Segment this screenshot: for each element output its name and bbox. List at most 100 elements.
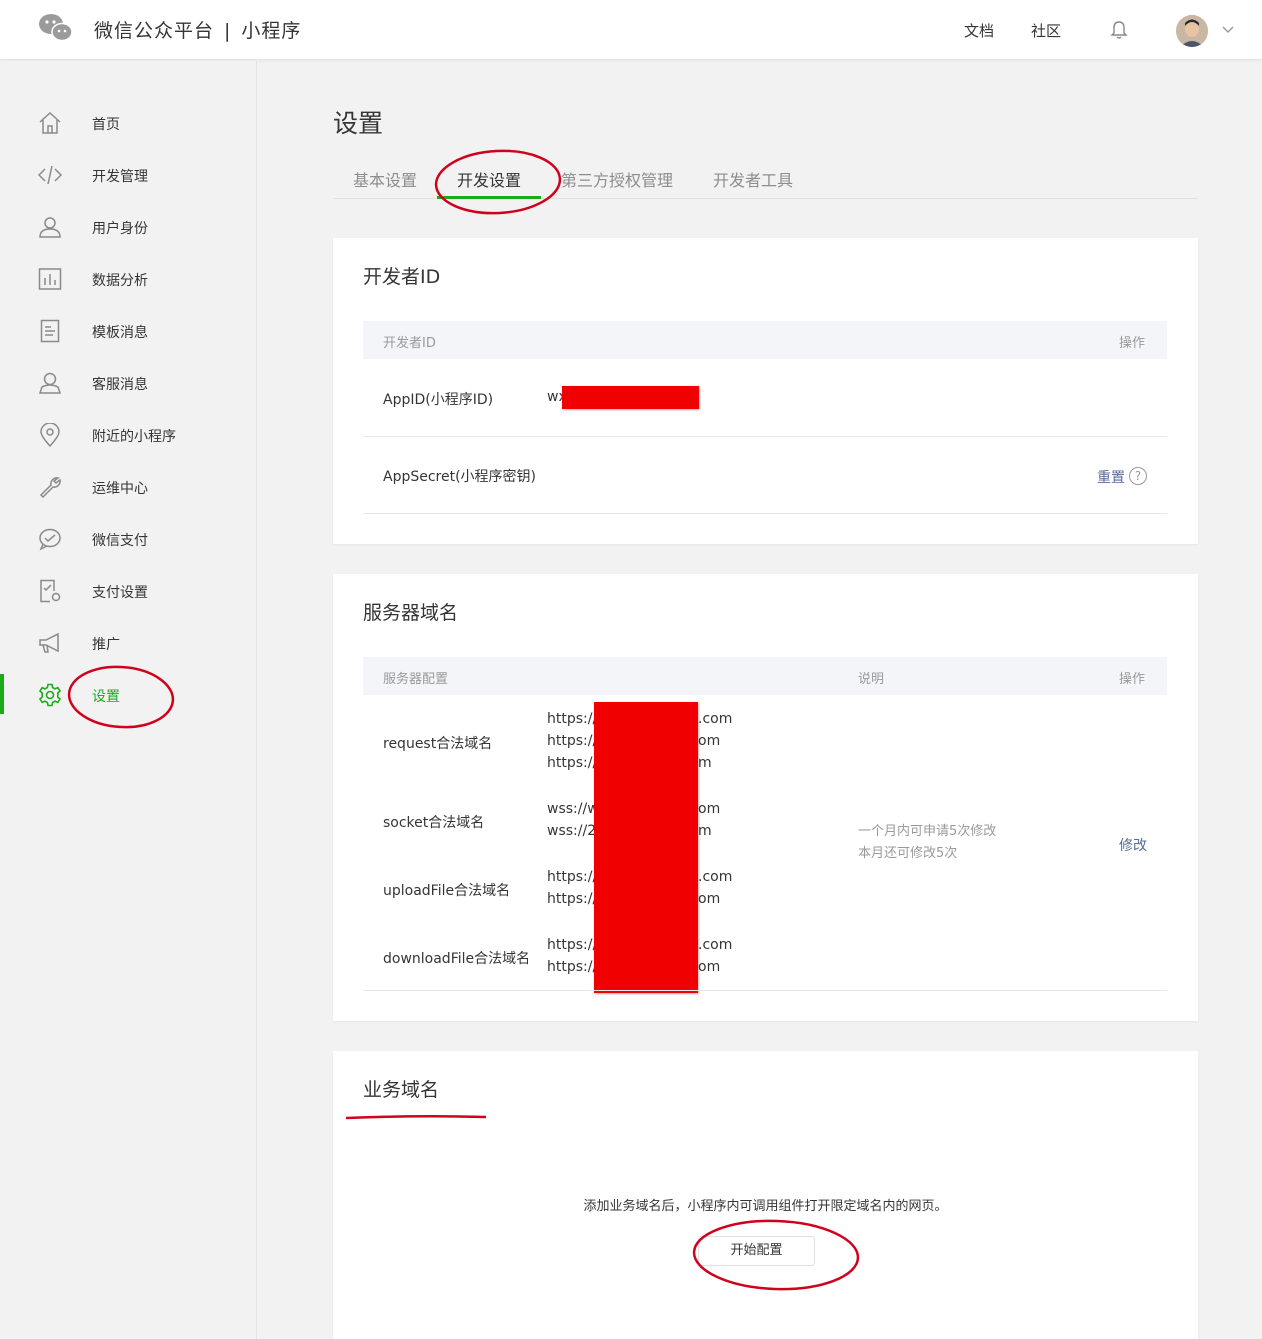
sidebar-item-label: 用户身份 [92,221,148,237]
upload-url-suffix: .com [698,869,733,885]
sidebar-item-label: 推广 [92,637,120,653]
server-domain-title: 服务器域名 [363,602,459,624]
sidebar-item-label: 支付设置 [92,585,148,601]
bell-icon[interactable] [1110,20,1128,40]
brand-name: 微信公众平台 [94,20,215,42]
business-domain-tip: 添加业务域名后，小程序内可调用组件打开限定域名内的网页。 [583,1199,948,1214]
download-domain-label: downloadFile合法域名 [383,951,531,967]
socket-url-suffix: m [698,823,712,839]
start-config-button[interactable]: 开始配置 [698,1236,815,1266]
redaction-block [562,386,699,409]
sidebar-item-dev-management[interactable]: 开发管理 [0,154,256,194]
sidebar-item-template-message[interactable]: 模板消息 [0,310,256,350]
sidebar: 首页 开发管理 用户身份 数据分析 模板消息 客服消息 附近的小程序 运维中心 … [0,61,257,1339]
download-url-suffix: .com [698,937,733,953]
chevron-down-icon[interactable] [1222,24,1234,34]
upload-url: https:// [547,891,598,907]
developer-id-title: 开发者ID [363,266,441,288]
download-url-suffix: om [698,959,721,975]
tab-basic-settings[interactable]: 基本设置 [353,167,417,191]
socket-domain-label: socket合法域名 [383,815,485,831]
developer-id-table-header: 开发者ID 操作 [363,321,1167,359]
request-url-suffix: om [698,733,721,749]
community-link[interactable]: 社区 [1031,20,1061,41]
help-icon[interactable]: ? [1129,467,1147,485]
sidebar-item-label: 设置 [92,689,120,705]
sidebar-item-home[interactable]: 首页 [0,102,256,142]
sidebar-item-nearby-miniprogram[interactable]: 附近的小程序 [0,414,256,454]
request-url: https:// [547,755,598,771]
sidebar-item-wechat-pay[interactable]: 微信支付 [0,518,256,558]
appsecret-label: AppSecret(小程序密钥) [383,469,537,485]
document-icon [40,319,60,343]
redaction-block [594,702,698,993]
avatar[interactable] [1176,15,1208,47]
brand-separator: | [224,20,232,42]
column-header-operation: 操作 [1119,336,1146,351]
sidebar-item-label: 微信支付 [92,533,148,549]
modify-remaining-line: 本月还可修改5次 [858,846,958,861]
sidebar-item-payment-settings[interactable]: 支付设置 [0,570,256,610]
payment-settings-icon [40,579,61,603]
download-url: https:// [547,937,598,953]
appid-label: AppID(小程序ID) [383,392,494,408]
column-header-operation: 操作 [1119,672,1146,687]
tab-third-party-auth[interactable]: 第三方授权管理 [561,167,673,191]
sidebar-item-label: 首页 [92,117,120,133]
upload-url: https:// [547,869,598,885]
request-url: https:// [547,711,598,727]
sidebar-item-user-identity[interactable]: 用户身份 [0,206,256,246]
user-icon [39,217,61,238]
sidebar-item-label: 附近的小程序 [92,429,176,445]
customer-service-icon [38,372,62,394]
wrench-icon [39,477,61,499]
docs-link[interactable]: 文档 [964,20,994,41]
row-divider [363,513,1167,514]
socket-url: wss://2 [547,823,597,839]
sidebar-item-data-analysis[interactable]: 数据分析 [0,258,256,298]
request-url: https:// [547,733,598,749]
request-domain-label: request合法域名 [383,736,493,752]
reset-secret-link[interactable]: 重置 [1097,467,1125,487]
tab-developer-tools[interactable]: 开发者工具 [713,167,793,191]
upload-domain-label: uploadFile合法域名 [383,883,511,899]
sidebar-item-label: 数据分析 [92,273,148,289]
column-header-description: 说明 [858,672,885,687]
settings-tabs: 基本设置 开发设置 第三方授权管理 开发者工具 [333,156,1198,199]
wechat-logo-icon[interactable] [38,13,74,43]
wechat-pay-icon [39,528,61,551]
download-url: https:// [547,959,598,975]
chart-icon [38,268,62,290]
request-url-suffix: .com [698,711,733,727]
row-divider [363,436,1167,437]
row-divider [363,990,1167,991]
active-tab-underline [437,196,541,199]
product-name: 小程序 [241,20,302,42]
upload-url-suffix: om [698,891,721,907]
server-domain-card: 服务器域名 服务器配置 说明 操作 request合法域名 https:// h… [333,574,1198,1021]
socket-url-suffix: om [698,801,721,817]
modify-limit-line: 一个月内可申请5次修改 [858,824,997,839]
sidebar-item-label: 客服消息 [92,377,148,393]
sidebar-item-label: 模板消息 [92,325,148,341]
server-domain-table-header: 服务器配置 说明 操作 [363,657,1167,695]
sidebar-item-label: 运维中心 [92,481,148,497]
gear-icon [38,683,62,707]
code-icon [38,165,62,185]
location-pin-icon [40,423,60,447]
sidebar-item-settings[interactable]: 设置 [0,674,256,714]
business-domain-title: 业务域名 [363,1079,440,1101]
sidebar-item-ops-center[interactable]: 运维中心 [0,466,256,506]
modify-limit-text: 一个月内可申请5次修改 本月还可修改5次 [858,821,996,865]
column-header-developer-id: 开发者ID [383,336,436,351]
page-title: 设置 [333,109,384,138]
business-domain-card: 业务域名 添加业务域名后，小程序内可调用组件打开限定域名内的网页。 开始配置 [333,1051,1198,1339]
home-icon [39,111,61,134]
brand-title[interactable]: 微信公众平台 | 小程序 [94,16,301,43]
active-indicator [0,674,4,714]
modify-domain-link[interactable]: 修改 [1119,835,1147,855]
tab-dev-settings[interactable]: 开发设置 [457,167,521,191]
top-bar: 微信公众平台 | 小程序 文档 社区 [0,0,1262,60]
sidebar-item-customer-service[interactable]: 客服消息 [0,362,256,402]
sidebar-item-promotion[interactable]: 推广 [0,622,256,662]
